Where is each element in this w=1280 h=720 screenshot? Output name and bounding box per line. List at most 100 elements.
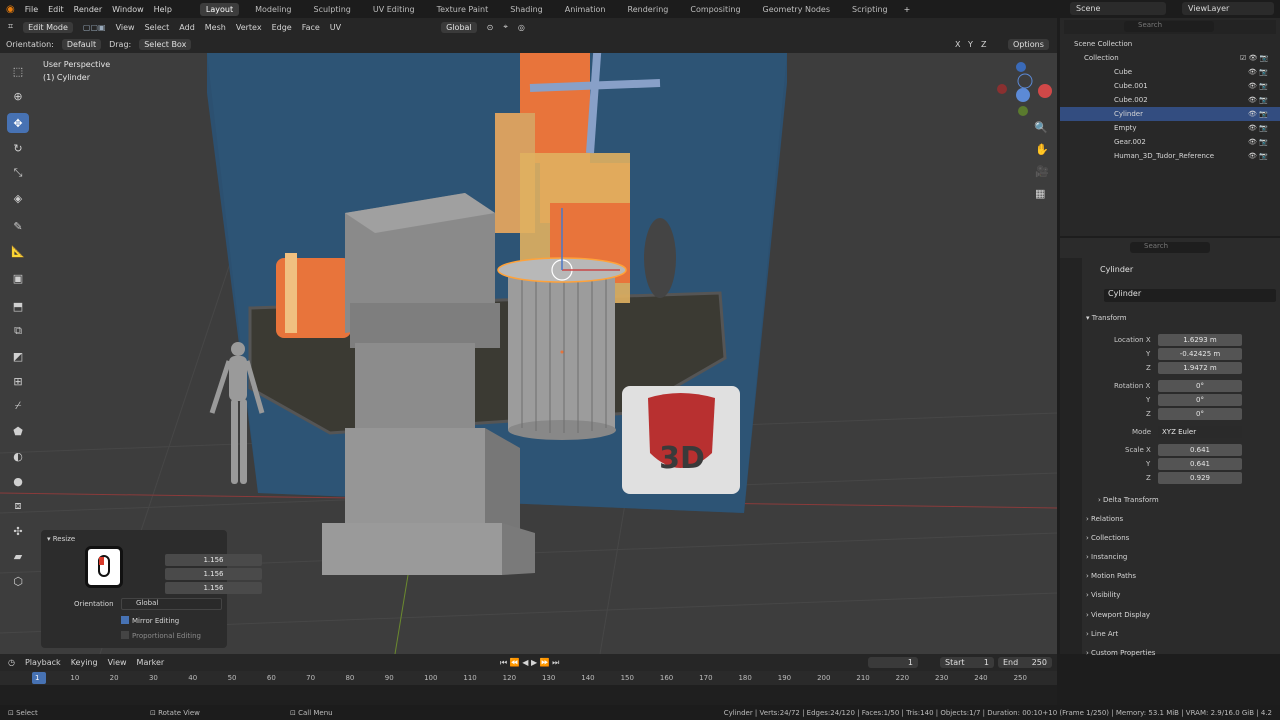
ortho-grid-icon[interactable]: ▦ [1035, 187, 1045, 200]
location-x-field[interactable]: 1.6293 m [1158, 334, 1242, 346]
current-frame-field[interactable]: 1 [868, 657, 918, 668]
collection-row[interactable]: Collection ☑ 👁 📷 [1060, 51, 1280, 65]
tab-modeling[interactable]: Modeling [249, 3, 297, 16]
options-dropdown[interactable]: Options [1008, 39, 1049, 50]
transform-panel-header[interactable]: ▾ Transform [1086, 314, 1127, 322]
location-y-field[interactable]: -0.42425 m [1158, 348, 1242, 360]
axis-x-toggle[interactable]: X [955, 40, 960, 49]
scale-z-field[interactable]: 0.929 [1158, 472, 1242, 484]
menu-edge[interactable]: Edge [272, 23, 292, 32]
menu-view[interactable]: View [116, 23, 135, 32]
outliner-search-input[interactable]: Search [1124, 21, 1214, 32]
tab-texture-paint[interactable]: Texture Paint [431, 3, 495, 16]
tab-geometry-nodes[interactable]: Geometry Nodes [757, 3, 836, 16]
menu-face[interactable]: Face [302, 23, 320, 32]
rip-tool-icon[interactable]: ⬡ [7, 571, 29, 591]
proportional-edit-icon[interactable]: ◎ [518, 23, 525, 32]
scale-tool-icon[interactable]: ⤡ [7, 163, 29, 183]
visibility-section[interactable]: › Visibility [1086, 591, 1120, 599]
menu-keying[interactable]: Keying [71, 658, 98, 667]
location-z-field[interactable]: 1.9472 m [1158, 362, 1242, 374]
drag-dropdown[interactable]: Select Box [139, 39, 192, 50]
shear-tool-icon[interactable]: ▰ [7, 546, 29, 566]
properties-search-input[interactable]: Search [1130, 242, 1210, 253]
start-frame-field[interactable]: Start 1 [940, 657, 994, 668]
spin-tool-icon[interactable]: ◐ [7, 446, 29, 466]
bevel-tool-icon[interactable]: ◩ [7, 346, 29, 366]
outliner-item-gear-002[interactable]: Gear.002 👁 📷 [1060, 135, 1280, 149]
edge-slide-tool-icon[interactable]: ⧈ [7, 496, 29, 516]
tab-layout[interactable]: Layout [199, 2, 240, 16]
shrink-fatten-tool-icon[interactable]: ✣ [7, 521, 29, 541]
menu-help[interactable]: Help [154, 5, 172, 14]
scene-collection-row[interactable]: Scene Collection [1060, 37, 1280, 51]
extrude-tool-icon[interactable]: ⬒ [7, 296, 29, 316]
end-frame-field[interactable]: End 250 [998, 657, 1052, 668]
outliner-item-cube[interactable]: Cube 👁 📷 [1060, 65, 1280, 79]
move-tool-icon[interactable]: ✥ [7, 113, 29, 133]
zoom-icon[interactable]: 🔍 [1034, 121, 1048, 134]
rotation-mode-dropdown[interactable]: XYZ Euler [1158, 426, 1242, 438]
outliner-item-human-reference[interactable]: Human_3D_Tudor_Reference 👁 📷 [1060, 149, 1280, 163]
inset-tool-icon[interactable]: ⧉ [7, 321, 29, 341]
rotation-z-field[interactable]: 0° [1158, 408, 1242, 420]
proportional-editing-checkbox[interactable]: Proportional Editing [121, 631, 201, 640]
pivot-icon[interactable]: ⊙ [487, 23, 494, 32]
tab-shading[interactable]: Shading [504, 3, 549, 16]
scale-y-field[interactable]: 0.641 [1158, 458, 1242, 470]
line-art-section[interactable]: › Line Art [1086, 630, 1118, 638]
menu-vertex[interactable]: Vertex [236, 23, 262, 32]
timeline-area[interactable]: 1 10 20 30 40 50 60 70 80 90 100 110 120 130 140 150 160… [0, 671, 1057, 705]
menu-marker[interactable]: Marker [137, 658, 165, 667]
axis-y-toggle[interactable]: Y [968, 40, 973, 49]
annotate-tool-icon[interactable]: ✎ [7, 216, 29, 236]
mode-selector[interactable]: Edit Mode [23, 21, 73, 33]
knife-tool-icon[interactable]: ⌿ [7, 396, 29, 416]
smooth-tool-icon[interactable]: ● [7, 471, 29, 491]
resize-panel-title[interactable]: ▾ Resize [47, 535, 75, 543]
tab-uv-editing[interactable]: UV Editing [367, 3, 421, 16]
menu-render[interactable]: Render [74, 5, 102, 14]
tab-scripting[interactable]: Scripting [846, 3, 894, 16]
rotate-tool-icon[interactable]: ↻ [7, 138, 29, 158]
menu-window[interactable]: Window [112, 5, 144, 14]
menu-add[interactable]: Add [179, 23, 195, 32]
collections-section[interactable]: › Collections [1086, 534, 1129, 542]
measure-tool-icon[interactable]: 📐 [7, 241, 29, 261]
scale-x-field[interactable]: 0.641 [1158, 444, 1242, 456]
tab-animation[interactable]: Animation [559, 3, 612, 16]
menu-playback[interactable]: Playback [25, 658, 61, 667]
resize-x-field[interactable]: 1.156 [165, 554, 262, 566]
editor-type-icon[interactable]: ⌗ [8, 22, 13, 32]
relations-section[interactable]: › Relations [1086, 515, 1123, 523]
cursor-tool-icon[interactable]: ⊕ [7, 86, 29, 106]
blender-logo-icon[interactable]: ◉ [6, 4, 15, 15]
rotation-y-field[interactable]: 0° [1158, 394, 1242, 406]
viewport-display-section[interactable]: › Viewport Display [1086, 611, 1150, 619]
menu-select[interactable]: Select [145, 23, 170, 32]
select-mode-icons[interactable]: ▢▢▣ [83, 23, 106, 32]
add-cube-tool-icon[interactable]: ▣ [7, 268, 29, 288]
transform-orientation-dropdown[interactable]: Global [441, 21, 477, 33]
camera-view-icon[interactable]: 🎥 [1035, 165, 1049, 178]
motion-paths-section[interactable]: › Motion Paths [1086, 572, 1136, 580]
outliner-item-cube-002[interactable]: Cube.002 👁 📷 [1060, 93, 1280, 107]
timeline-editor-icon[interactable]: ◷ [8, 658, 15, 667]
rotation-x-field[interactable]: 0° [1158, 380, 1242, 392]
tab-sculpting[interactable]: Sculpting [308, 3, 357, 16]
add-workspace-icon[interactable]: + [904, 5, 911, 14]
playback-controls-icon[interactable]: ⏮ ⏪ ◀ ▶ ⏩ ⏭ [500, 658, 559, 668]
loop-cut-tool-icon[interactable]: ⊞ [7, 371, 29, 391]
outliner-item-empty[interactable]: Empty 👁 📷 [1060, 121, 1280, 135]
menu-uv[interactable]: UV [330, 23, 341, 32]
properties-tabs[interactable] [1060, 258, 1082, 654]
transform-tool-icon[interactable]: ◈ [7, 188, 29, 208]
axis-z-toggle[interactable]: Z [981, 40, 986, 49]
delta-transform-section[interactable]: › Delta Transform [1098, 496, 1159, 504]
resize-orientation-dropdown[interactable]: Global [121, 598, 222, 610]
snap-icon[interactable]: ⌖ [503, 22, 508, 32]
menu-file[interactable]: File [25, 5, 38, 14]
outliner-item-cylinder[interactable]: Cylinder 👁 📷 [1060, 107, 1280, 121]
outliner-item-cube-001[interactable]: Cube.001 👁 📷 [1060, 79, 1280, 93]
poly-build-tool-icon[interactable]: ⬟ [7, 421, 29, 441]
